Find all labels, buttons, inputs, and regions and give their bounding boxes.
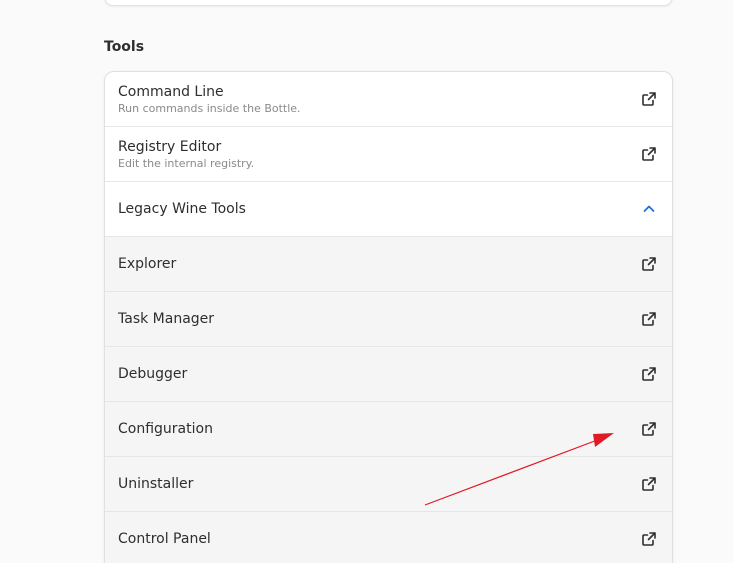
external-link-icon[interactable] xyxy=(640,310,658,328)
section-title-tools: Tools xyxy=(104,39,145,55)
external-link-icon[interactable] xyxy=(640,90,658,108)
row-title: Control Panel xyxy=(118,531,211,547)
chevron-up-icon[interactable] xyxy=(640,200,658,218)
row-task-manager[interactable]: Task Manager xyxy=(105,292,672,347)
row-explorer[interactable]: Explorer xyxy=(105,237,672,292)
row-command-line[interactable]: Command Line Run commands inside the Bot… xyxy=(105,72,672,127)
row-title: Command Line xyxy=(118,83,224,100)
row-debugger[interactable]: Debugger xyxy=(105,347,672,402)
row-subtitle: Edit the internal registry. xyxy=(118,156,255,170)
previous-section-card xyxy=(104,0,673,6)
row-title: Debugger xyxy=(118,366,188,382)
row-title: Legacy Wine Tools xyxy=(118,201,246,217)
row-uninstaller[interactable]: Uninstaller xyxy=(105,457,672,512)
row-title: Uninstaller xyxy=(118,476,194,492)
tools-list: Command Line Run commands inside the Bot… xyxy=(104,71,673,563)
external-link-icon[interactable] xyxy=(640,365,658,383)
row-title: Explorer xyxy=(118,256,177,272)
row-legacy-wine-tools-expander[interactable]: Legacy Wine Tools xyxy=(105,182,672,237)
external-link-icon[interactable] xyxy=(640,145,658,163)
external-link-icon[interactable] xyxy=(640,530,658,548)
row-title: Task Manager xyxy=(118,311,215,327)
external-link-icon[interactable] xyxy=(640,255,658,273)
row-control-panel[interactable]: Control Panel xyxy=(105,512,672,563)
row-title: Configuration xyxy=(118,421,213,437)
row-configuration[interactable]: Configuration xyxy=(105,402,672,457)
external-link-icon[interactable] xyxy=(640,420,658,438)
external-link-icon[interactable] xyxy=(640,475,658,493)
bottle-tools-page: Tools Command Line Run commands inside t… xyxy=(0,0,733,563)
row-registry-editor[interactable]: Registry Editor Edit the internal regist… xyxy=(105,127,672,182)
row-title: Registry Editor xyxy=(118,138,222,155)
row-subtitle: Run commands inside the Bottle. xyxy=(118,101,301,115)
